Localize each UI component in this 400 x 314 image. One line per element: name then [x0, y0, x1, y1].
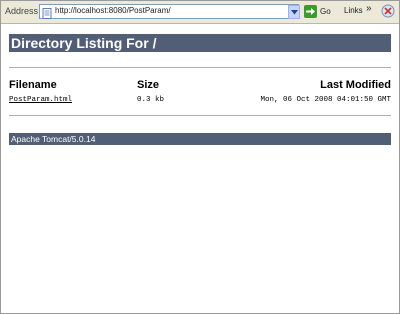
- table-header-row: Filename Size Last Modified: [9, 76, 391, 93]
- page-title: Directory Listing For /: [9, 34, 391, 52]
- url-text[interactable]: http://localhost:8080/PostParam/: [55, 6, 171, 15]
- file-modified-cell: Mon, 06 Oct 2008 04:01:50 GMT: [260, 96, 391, 104]
- file-size-cell: 0.3 kb: [137, 96, 165, 104]
- column-header-filename: Filename: [9, 78, 57, 91]
- chevron-down-icon: [291, 10, 298, 15]
- file-table: Filename Size Last Modified PostParam.ht…: [9, 76, 391, 107]
- page-icon: [42, 6, 52, 19]
- address-bar: Address http://localhost:8080/PostParam/: [1, 1, 399, 24]
- go-label: Go: [320, 7, 331, 16]
- go-button[interactable]: Go: [304, 4, 336, 20]
- links-button[interactable]: Links: [344, 6, 363, 15]
- table-row: PostParam.html 0.3 kb Mon, 06 Oct 2008 0…: [9, 93, 391, 107]
- divider: [9, 115, 391, 116]
- divider: [9, 67, 391, 68]
- address-dropdown-button[interactable]: [288, 5, 300, 19]
- more-links-chevron-icon[interactable]: »: [366, 3, 372, 14]
- browser-toolbar-icon[interactable]: [381, 4, 395, 18]
- file-link[interactable]: PostParam.html: [9, 96, 72, 104]
- column-header-last-modified: Last Modified: [320, 78, 391, 91]
- page-content: Directory Listing For / Filename Size La…: [9, 34, 391, 145]
- browser-window: Address http://localhost:8080/PostParam/: [0, 0, 400, 314]
- address-field[interactable]: http://localhost:8080/PostParam/: [39, 4, 299, 19]
- column-header-size: Size: [137, 78, 160, 91]
- address-label: Address: [5, 6, 39, 16]
- file-name-cell: PostParam.html: [9, 93, 137, 107]
- go-arrow-icon: [304, 5, 317, 18]
- server-footer: Apache Tomcat/5.0.14: [9, 133, 391, 145]
